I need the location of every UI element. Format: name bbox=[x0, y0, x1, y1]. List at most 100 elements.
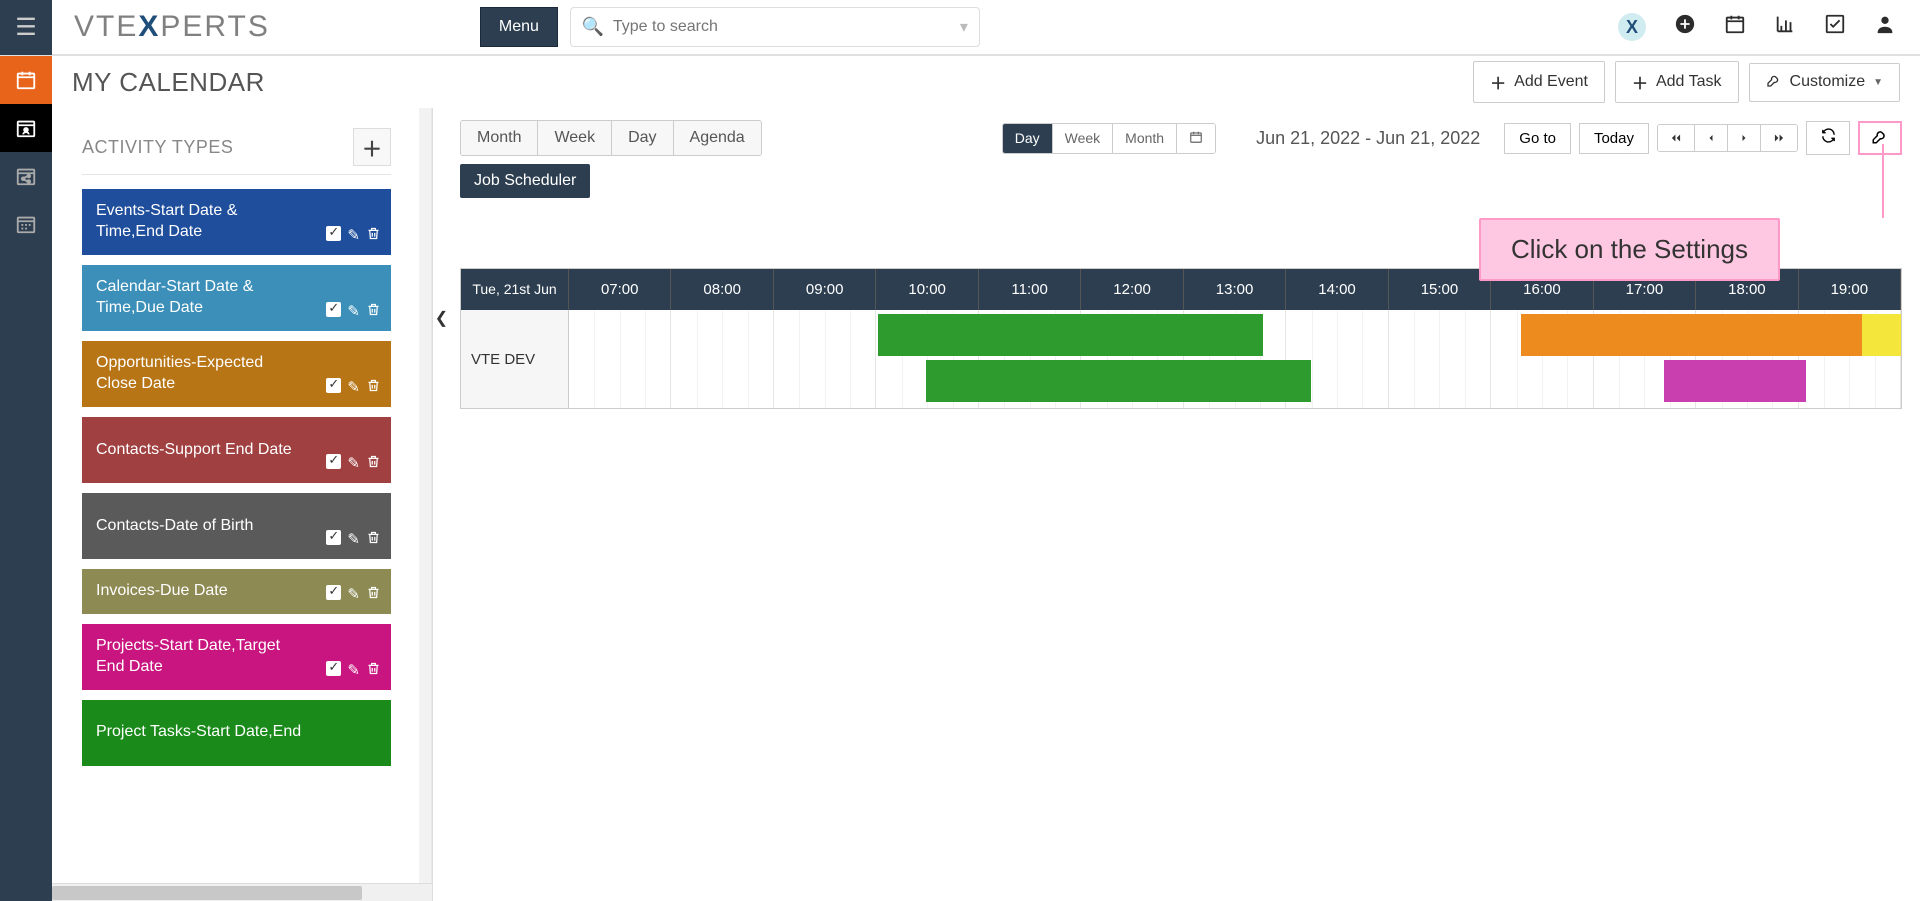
check-icon[interactable] bbox=[326, 530, 341, 549]
sidebar-share-calendar-icon[interactable] bbox=[0, 152, 52, 200]
callout-text: Click on the Settings bbox=[1511, 234, 1748, 264]
calendar-icon[interactable] bbox=[1724, 13, 1746, 41]
pencil-icon[interactable]: ✎ bbox=[347, 378, 360, 397]
horizontal-scrollbar[interactable] bbox=[52, 883, 432, 901]
plus-icon: ＋ bbox=[1632, 70, 1648, 94]
activity-card-label: Project Tasks-Start Date,End bbox=[96, 722, 377, 743]
activity-card[interactable]: Contacts-Support End Date✎ bbox=[82, 417, 391, 483]
search-wrap: 🔍 ▾ bbox=[570, 7, 980, 47]
timeline: Tue, 21st Jun 07:0008:0009:0010:0011:001… bbox=[460, 268, 1902, 409]
callout-tooltip: Click on the Settings bbox=[1479, 218, 1780, 281]
page-title: MY CALENDAR bbox=[72, 67, 265, 98]
pencil-icon[interactable]: ✎ bbox=[347, 454, 360, 473]
menu-button[interactable]: Menu bbox=[480, 7, 558, 47]
refresh-button[interactable] bbox=[1806, 121, 1850, 155]
logo-post: PERTS bbox=[160, 10, 269, 43]
user-icon[interactable] bbox=[1874, 13, 1896, 41]
nav-last-button[interactable] bbox=[1761, 125, 1797, 151]
timeline-event[interactable] bbox=[1521, 314, 1862, 356]
hamburger-icon: ☰ bbox=[15, 13, 37, 42]
check-icon[interactable] bbox=[326, 454, 341, 473]
topbar-icons: X bbox=[1618, 13, 1920, 41]
check-icon[interactable] bbox=[326, 585, 341, 604]
add-activity-button[interactable]: ＋ bbox=[353, 128, 391, 166]
plus-icon: ＋ bbox=[362, 133, 382, 162]
pencil-icon[interactable]: ✎ bbox=[347, 226, 360, 245]
timeline-event[interactable] bbox=[1862, 314, 1901, 356]
trash-icon[interactable] bbox=[366, 378, 381, 397]
search-input[interactable] bbox=[570, 7, 980, 47]
chevron-down-icon[interactable]: ▾ bbox=[960, 17, 968, 37]
job-scheduler-chip[interactable]: Job Scheduler bbox=[460, 164, 590, 198]
range-month-button[interactable]: Month bbox=[1113, 124, 1177, 153]
add-task-button[interactable]: ＋ Add Task bbox=[1615, 61, 1739, 103]
caret-down-icon: ▼ bbox=[1873, 77, 1883, 88]
checklist-icon[interactable] bbox=[1824, 13, 1846, 41]
trash-icon[interactable] bbox=[366, 226, 381, 245]
trash-icon[interactable] bbox=[366, 585, 381, 604]
scheduler: MonthWeekDayAgenda Day Week Month Jun 21… bbox=[450, 108, 1920, 901]
customize-button[interactable]: Customize ▼ bbox=[1749, 63, 1900, 102]
nav-prev-button[interactable] bbox=[1695, 125, 1728, 151]
trash-icon[interactable] bbox=[366, 661, 381, 680]
today-button[interactable]: Today bbox=[1579, 123, 1649, 154]
check-icon[interactable] bbox=[326, 302, 341, 321]
activity-card[interactable]: Calendar-Start Date & Time,Due Date✎ bbox=[82, 265, 391, 331]
trash-icon[interactable] bbox=[366, 302, 381, 321]
activity-card[interactable]: Projects-Start Date,Target End Date✎ bbox=[82, 624, 391, 690]
check-icon[interactable] bbox=[326, 226, 341, 245]
logo-x: X bbox=[138, 10, 160, 43]
nav-first-button[interactable] bbox=[1658, 125, 1695, 151]
view-tab-week[interactable]: Week bbox=[538, 121, 612, 155]
logo[interactable]: VTEXPERTS bbox=[74, 10, 270, 44]
chart-icon[interactable] bbox=[1774, 13, 1796, 41]
icon-sidebar bbox=[0, 56, 52, 901]
timeline-hour-label: 19:00 bbox=[1799, 269, 1901, 310]
range-day-button[interactable]: Day bbox=[1003, 124, 1053, 153]
sidebar-calendar-alt-icon[interactable] bbox=[0, 200, 52, 248]
trash-icon[interactable] bbox=[366, 454, 381, 473]
timeline-grid[interactable] bbox=[569, 310, 1901, 408]
view-tab-agenda[interactable]: Agenda bbox=[674, 121, 761, 155]
add-event-button[interactable]: ＋ Add Event bbox=[1473, 61, 1605, 103]
activity-card[interactable]: Contacts-Date of Birth✎ bbox=[82, 493, 391, 559]
timeline-hour-label: 10:00 bbox=[876, 269, 978, 310]
activity-card[interactable]: Opportunities-Expected Close Date✎ bbox=[82, 341, 391, 407]
goto-button[interactable]: Go to bbox=[1504, 123, 1571, 154]
timeline-hour-label: 14:00 bbox=[1286, 269, 1388, 310]
timeline-column bbox=[1389, 310, 1491, 408]
timeline-hour-label: 15:00 bbox=[1389, 269, 1491, 310]
timeline-hour-label: 09:00 bbox=[774, 269, 876, 310]
range-calendar-button[interactable] bbox=[1177, 124, 1215, 153]
timeline-event[interactable] bbox=[926, 360, 1311, 402]
view-tab-month[interactable]: Month bbox=[461, 121, 538, 155]
pencil-icon[interactable]: ✎ bbox=[347, 302, 360, 321]
pencil-icon[interactable]: ✎ bbox=[347, 585, 360, 604]
trash-icon[interactable] bbox=[366, 530, 381, 549]
check-icon[interactable] bbox=[326, 661, 341, 680]
nav-next-button[interactable] bbox=[1728, 125, 1761, 151]
sidebar-calendar-icon[interactable] bbox=[0, 56, 52, 104]
pencil-icon[interactable]: ✎ bbox=[347, 530, 360, 549]
check-icon[interactable] bbox=[326, 378, 341, 397]
pencil-icon[interactable]: ✎ bbox=[347, 661, 360, 680]
wrench-icon bbox=[1766, 72, 1782, 93]
date-range-label: Jun 21, 2022 - Jun 21, 2022 bbox=[1256, 128, 1480, 149]
sidebar-contact-calendar-icon[interactable] bbox=[0, 104, 52, 152]
activity-card[interactable]: Invoices-Due Date✎ bbox=[82, 569, 391, 614]
settings-button[interactable] bbox=[1858, 121, 1902, 155]
x-badge-icon[interactable]: X bbox=[1618, 13, 1646, 41]
view-tab-day[interactable]: Day bbox=[612, 121, 673, 155]
timeline-event[interactable] bbox=[878, 314, 1263, 356]
add-task-label: Add Task bbox=[1656, 73, 1722, 91]
range-week-button[interactable]: Week bbox=[1053, 124, 1114, 153]
calendar-icon bbox=[1189, 131, 1203, 147]
plus-circle-icon[interactable] bbox=[1674, 13, 1696, 41]
activity-types-title: ACTIVITY TYPES bbox=[82, 137, 233, 158]
timeline-event[interactable] bbox=[1664, 360, 1807, 402]
search-icon: 🔍 bbox=[582, 17, 604, 38]
collapse-handle[interactable]: ❮ bbox=[432, 108, 450, 901]
activity-card[interactable]: Events-Start Date & Time,End Date✎ bbox=[82, 189, 391, 255]
activity-card[interactable]: Project Tasks-Start Date,End bbox=[82, 700, 391, 766]
hamburger-button[interactable]: ☰ bbox=[0, 0, 52, 55]
